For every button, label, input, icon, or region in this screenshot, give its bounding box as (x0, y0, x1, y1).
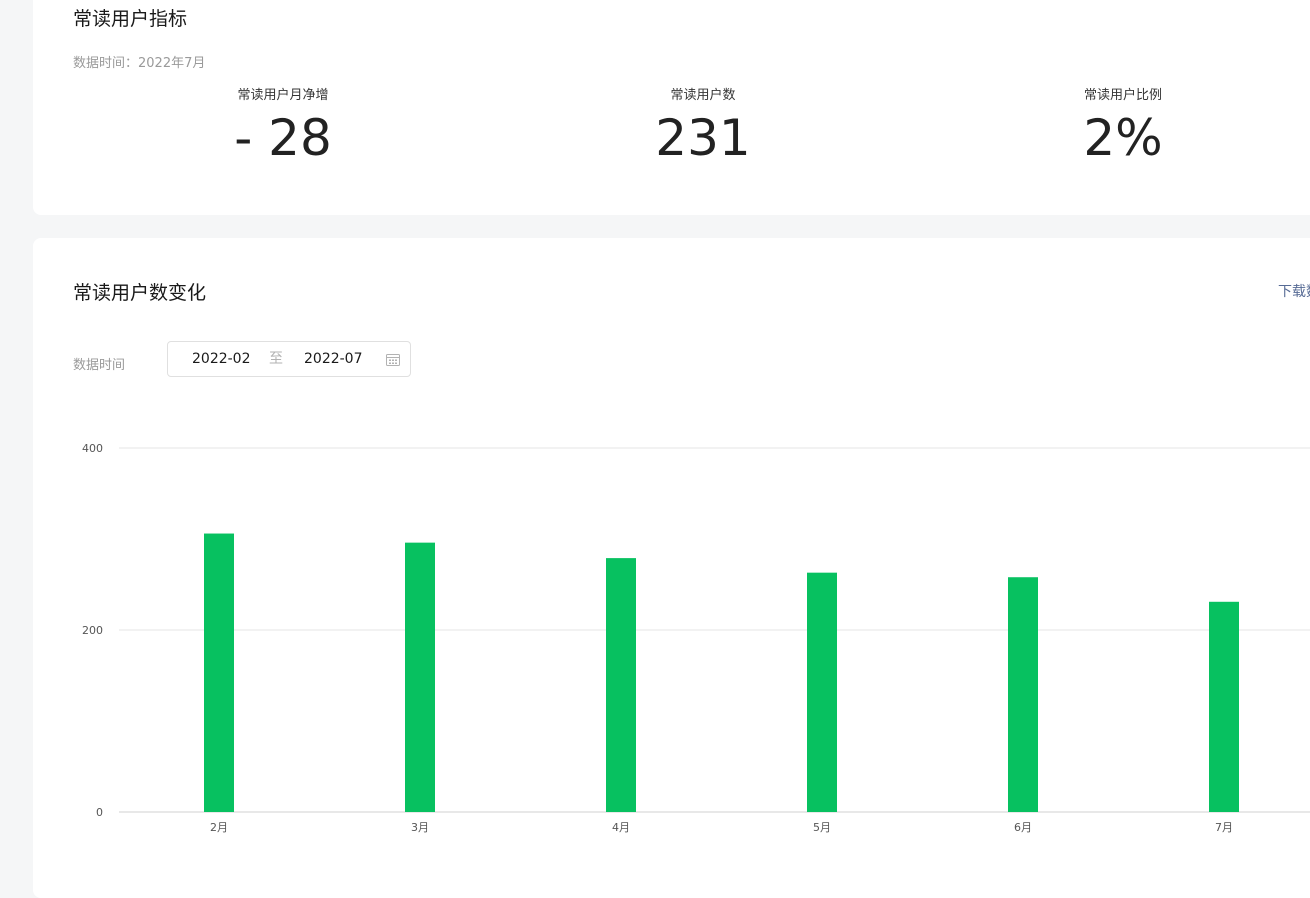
bar (1008, 577, 1038, 812)
x-tick-label: 7月 (1215, 821, 1233, 834)
metric-user-ratio: 常读用户比例 2% (973, 88, 1273, 166)
metrics-data-time: 数据时间：2022年7月 (73, 56, 206, 71)
metric-label: 常读用户月净增 (237, 88, 329, 103)
trend-card: 常读用户数变化 下载数 数据时间 2022-02 至 2022-07 02004… (33, 238, 1310, 898)
x-tick-label: 2月 (210, 821, 228, 834)
metrics-card-title: 常读用户指标 (73, 8, 188, 30)
x-tick-label: 5月 (813, 821, 831, 834)
x-tick-label: 6月 (1014, 821, 1032, 834)
bar (807, 572, 837, 812)
metric-user-count: 常读用户数 231 (553, 88, 853, 166)
metric-value: 2% (1083, 109, 1163, 167)
bar (1209, 601, 1239, 812)
y-tick-label: 400 (82, 442, 103, 455)
metric-net-increase: 常读用户月净增 - 28 (133, 88, 433, 166)
metric-value: - 28 (234, 109, 332, 167)
metric-label: 常读用户数 (670, 88, 736, 103)
x-tick-label: 3月 (411, 821, 429, 834)
x-tick-label: 4月 (612, 821, 630, 834)
metrics-card: 常读用户指标 数据时间：2022年7月 常读用户月净增 - 28 常读用户数 2… (33, 0, 1310, 215)
metric-value: 231 (655, 109, 751, 167)
user-count-bar-chart: 0 200 400 2月 3月 4月 5月 6月 7月 (82, 442, 1310, 834)
metric-label: 常读用户比例 (1083, 88, 1162, 103)
bar (606, 558, 636, 812)
y-tick-label: 200 (82, 624, 103, 637)
y-tick-label: 0 (96, 806, 103, 819)
bar (204, 533, 234, 812)
bar (405, 542, 435, 812)
